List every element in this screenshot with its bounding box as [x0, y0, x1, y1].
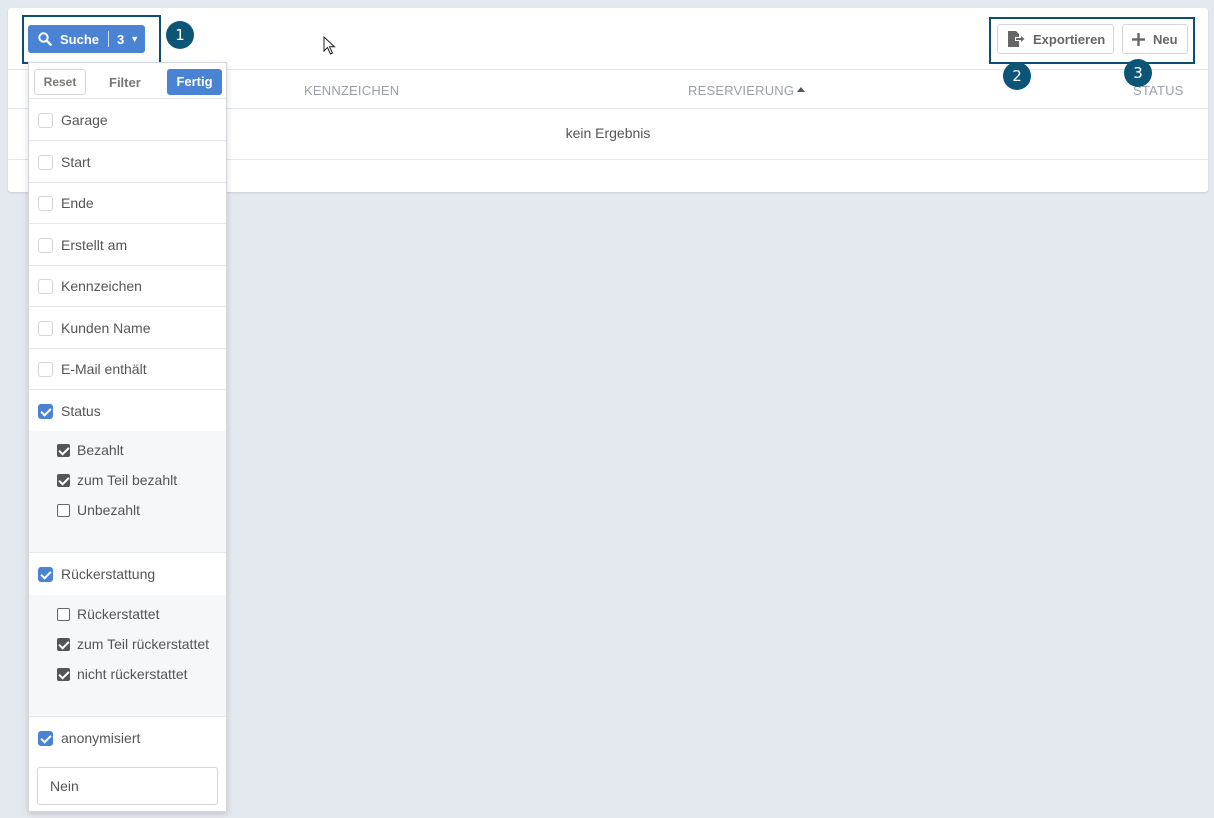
done-button[interactable]: Fertig: [167, 69, 222, 95]
option-label: zum Teil bezahlt: [77, 472, 178, 488]
filter-item-label: Garage: [61, 112, 108, 128]
option-checkbox[interactable]: [57, 504, 70, 517]
option-label: Bezahlt: [77, 442, 124, 458]
filter-checkbox[interactable]: [38, 113, 53, 128]
refund-options-panel: Rückerstattet zum Teil rückerstattet nic…: [29, 595, 226, 717]
filter-item-label: Kunden Name: [61, 320, 151, 336]
annotation-badge-3: 3: [1124, 59, 1152, 87]
status-options-panel: Bezahlt zum Teil bezahlt Unbezahlt: [29, 431, 226, 553]
option-checkbox[interactable]: [57, 608, 70, 621]
filter-item-anonymisiert[interactable]: anonymisiert: [29, 718, 226, 759]
filter-checkbox-checked[interactable]: [38, 567, 53, 582]
filter-item-rueckerstattung[interactable]: Rückerstattung: [29, 554, 226, 595]
filter-dropdown: Reset Filter Fertig Garage Start Ende Er…: [28, 62, 227, 812]
status-option-unbezahlt[interactable]: Unbezahlt: [29, 496, 226, 526]
filter-item-garage[interactable]: Garage: [29, 100, 226, 141]
filter-dropdown-header: Reset Filter Fertig: [29, 63, 226, 99]
column-header-reservierung[interactable]: RESERVIERUNG: [688, 83, 806, 98]
option-label: nicht rückerstattet: [77, 666, 188, 682]
filter-item-start[interactable]: Start: [29, 142, 226, 183]
option-checkbox-checked[interactable]: [57, 474, 70, 487]
option-label: Unbezahlt: [77, 502, 141, 518]
status-option-zum-teil-bezahlt[interactable]: zum Teil bezahlt: [29, 466, 226, 496]
refund-option-rueckerstattet[interactable]: Rückerstattet: [29, 600, 226, 630]
filter-checkbox[interactable]: [38, 155, 53, 170]
annotation-box-1: [22, 15, 161, 64]
filter-item-label: Rückerstattung: [61, 566, 156, 582]
refund-option-nicht[interactable]: nicht rückerstattet: [29, 660, 226, 690]
option-checkbox-checked[interactable]: [57, 668, 70, 681]
annotation-badge-2: 2: [1003, 62, 1031, 90]
filter-item-label: Kennzeichen: [61, 278, 142, 294]
sort-ascending-icon: [797, 87, 806, 92]
filter-item-status[interactable]: Status: [29, 391, 226, 432]
option-label: Rückerstattet: [77, 606, 160, 622]
filter-checkbox[interactable]: [38, 362, 53, 377]
option-checkbox-checked[interactable]: [57, 444, 70, 457]
filter-checkbox-checked[interactable]: [38, 404, 53, 419]
filter-item-label: Status: [61, 403, 101, 419]
mouse-cursor-icon: [323, 36, 336, 55]
filter-checkbox[interactable]: [38, 321, 53, 336]
annotation-badge-1: 1: [166, 21, 194, 49]
reset-button[interactable]: Reset: [34, 69, 86, 95]
column-header-kennzeichen[interactable]: KENNZEICHEN: [304, 83, 399, 98]
anonymized-select[interactable]: Nein: [37, 767, 218, 805]
filter-item-kennzeichen[interactable]: Kennzeichen: [29, 266, 226, 307]
filter-item-label: anonymisiert: [61, 730, 141, 746]
status-option-bezahlt[interactable]: Bezahlt: [29, 436, 226, 466]
filter-checkbox[interactable]: [38, 238, 53, 253]
filter-checkbox[interactable]: [38, 279, 53, 294]
column-header-reservierung-label: RESERVIERUNG: [688, 83, 795, 98]
filter-checkbox-checked[interactable]: [38, 731, 53, 746]
filter-checkbox[interactable]: [38, 196, 53, 211]
option-checkbox-checked[interactable]: [57, 638, 70, 651]
filter-item-label: Start: [61, 154, 91, 170]
filter-item-label: E-Mail enthält: [61, 361, 147, 377]
refund-option-zum-teil[interactable]: zum Teil rückerstattet: [29, 630, 226, 660]
filter-heading: Filter: [109, 75, 141, 90]
filter-item-kunden-name[interactable]: Kunden Name: [29, 308, 226, 349]
option-label: zum Teil rückerstattet: [77, 636, 210, 652]
filter-item-ende[interactable]: Ende: [29, 183, 226, 224]
filter-item-erstellt-am[interactable]: Erstellt am: [29, 225, 226, 266]
filter-item-label: Erstellt am: [61, 237, 128, 253]
annotation-box-2-3: [989, 17, 1195, 64]
empty-result-text: kein Ergebnis: [565, 125, 651, 141]
filter-item-label: Ende: [61, 195, 94, 211]
filter-item-email[interactable]: E-Mail enthält: [29, 349, 226, 390]
